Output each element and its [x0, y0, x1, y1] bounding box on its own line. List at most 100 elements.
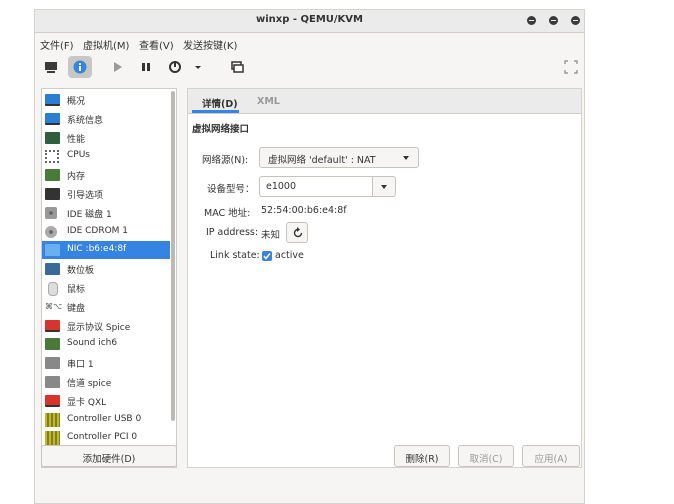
refresh-ip-button[interactable] [286, 222, 308, 243]
screenshot-icon [231, 61, 244, 73]
menu-file[interactable]: 文件(F) [40, 37, 74, 52]
cpu-icon [45, 150, 59, 164]
network-icon [45, 244, 60, 257]
hardware-list[interactable]: 概况系统信息性能 CPUs 内存引导选项 IDE 磁盘 1 IDE CDROM 1 NIC… [41, 88, 177, 468]
controller-icon [45, 431, 60, 446]
sidebar-item[interactable]: 内存 [42, 166, 170, 184]
minimize-icon[interactable] [527, 16, 536, 25]
network-source-combo[interactable]: 虚拟网络 'default' : NAT [259, 147, 419, 168]
network-source-label: 网络源(N): [202, 155, 249, 166]
tab-details[interactable]: 详情(D) [202, 96, 238, 110]
sidebar-item[interactable]: 鼠标 [42, 279, 170, 297]
fullscreen-icon [564, 60, 578, 74]
shutdown-menu-button[interactable] [190, 56, 206, 78]
sidebar-item[interactable]: IDE 磁盘 1 [42, 204, 170, 222]
refresh-icon [293, 227, 303, 238]
sidebar-item[interactable]: CPUs [42, 147, 170, 165]
sidebar-item[interactable]: Controller VirtIO Serial 0 [42, 467, 170, 468]
maximize-icon[interactable] [549, 16, 558, 25]
sidebar-item[interactable]: ⌘⌥ 键盘 [42, 298, 170, 316]
pause-button[interactable] [134, 56, 158, 78]
menu-bar: 文件(F) 虚拟机(M) 查看(V) 发送按键(K) [35, 34, 584, 52]
menu-view[interactable]: 查看(V) [139, 37, 174, 52]
device-model-dropdown[interactable] [372, 176, 396, 197]
sidebar-item[interactable]: 串口 1 [42, 354, 170, 372]
details-button[interactable] [68, 56, 92, 78]
sidebar-item[interactable]: 系统信息 [42, 110, 170, 128]
chevron-down-icon [381, 185, 387, 189]
sidebar-item-label: 系统信息 [67, 115, 104, 126]
sidebar-item-label: 显卡 QXL [67, 397, 107, 408]
remove-button[interactable]: 删除(R) [394, 445, 450, 467]
cancel-button[interactable]: 取消(C) [458, 445, 514, 467]
window-title: winxp - QEMU/KVM [255, 14, 363, 25]
monitor-icon [45, 62, 57, 73]
device-model-input[interactable]: e1000 [259, 176, 373, 197]
sidebar-item[interactable]: 概况 [42, 91, 170, 109]
ip-address-value: 未知 [261, 230, 281, 241]
sidebar-item-label: 鼠标 [67, 285, 86, 295]
channel-icon [45, 376, 60, 388]
tab-bar: 详情(D) XML [188, 89, 581, 114]
title-bar[interactable]: winxp - QEMU/KVM [35, 10, 584, 33]
sidebar-item[interactable]: 信道 spice [42, 373, 170, 391]
info-icon [73, 60, 87, 74]
sidebar-item[interactable]: 数位板 [42, 260, 170, 278]
active-tab-indicator [192, 110, 239, 113]
controller-icon [45, 412, 60, 427]
display-icon [45, 319, 60, 332]
sidebar-item[interactable]: 引导选项 [42, 185, 170, 203]
sidebar-item-label: 串口 1 [67, 360, 94, 371]
sidebar-item-label: NIC :b6:e4:8f [67, 244, 127, 255]
menu-vm[interactable]: 虚拟机(M) [83, 37, 129, 52]
sidebar-item-label: 键盘 [67, 303, 86, 314]
mac-address-value: 52:54:00:b6:e4:8f [261, 205, 347, 216]
sidebar-item[interactable]: 性能 [42, 129, 170, 147]
run-button[interactable] [105, 56, 129, 78]
memory-icon [45, 169, 60, 182]
checkmark-icon [263, 253, 271, 260]
apply-button[interactable]: 应用(A) [522, 445, 580, 467]
sidebar-item[interactable]: 显示协议 Spice [42, 317, 170, 335]
network-source-value: 虚拟网络 'default' : NAT [268, 155, 376, 166]
sidebar-item-label: 概况 [67, 97, 86, 107]
main-window: winxp - QEMU/KVM 文件(F) 虚拟机(M) 查看(V) 发送按键… [34, 9, 585, 504]
tablet-icon [45, 263, 60, 276]
sidebar-scrollbar[interactable] [171, 91, 175, 421]
sidebar-item[interactable]: 显卡 QXL [42, 392, 170, 410]
section-title: 虚拟网络接口 [192, 124, 250, 135]
toolbar [35, 53, 584, 81]
sidebar-item-label: 数位板 [67, 266, 95, 277]
fullscreen-button[interactable] [559, 56, 583, 78]
menu-send-key[interactable]: 发送按键(K) [183, 37, 237, 52]
sidebar-item-label: Controller USB 0 [67, 413, 142, 424]
system-info-icon [45, 112, 60, 125]
disk-icon [45, 206, 57, 219]
ip-address-label: IP address: [206, 227, 259, 238]
mouse-icon [48, 282, 58, 296]
add-hardware-button[interactable]: 添加硬件(D) [41, 445, 177, 467]
sidebar-item[interactable]: Sound ich6 [42, 335, 170, 353]
device-model-value: e1000 [266, 181, 297, 192]
pause-icon [142, 63, 150, 71]
console-button[interactable] [39, 56, 63, 78]
video-icon [45, 394, 60, 407]
dropdown-icon [195, 66, 201, 69]
chevron-down-icon [403, 156, 409, 160]
power-icon [169, 61, 181, 73]
sidebar-item[interactable]: IDE CDROM 1 [42, 223, 170, 241]
sidebar-item-label: 引导选项 [67, 191, 104, 201]
device-model-label: 设备型号： [207, 184, 255, 195]
tab-xml[interactable]: XML [257, 96, 280, 107]
screenshot-button[interactable] [225, 56, 249, 78]
close-icon[interactable] [571, 16, 580, 25]
sidebar-item[interactable]: Controller USB 0 [42, 411, 170, 429]
sidebar-item-label: 信道 spice [67, 379, 112, 389]
link-state-checkbox[interactable] [262, 251, 272, 261]
mac-address-label: MAC 地址: [204, 208, 251, 219]
shutdown-button[interactable] [163, 56, 187, 78]
sidebar-item-label: 显示协议 Spice [67, 322, 131, 333]
sidebar-item[interactable]: NIC :b6:e4:8f [42, 241, 170, 260]
boot-icon [45, 188, 60, 200]
cdrom-icon [45, 225, 57, 238]
